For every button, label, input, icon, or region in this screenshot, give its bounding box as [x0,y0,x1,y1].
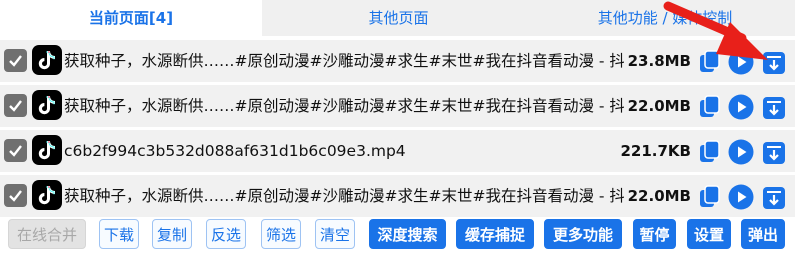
file-name: 获取种子，水源断供……#原创动漫#沙雕动漫#求生#末世#我在抖音看动漫 - 抖音 [64,52,624,70]
file-size: 22.0MB [627,187,691,205]
file-size: 22.0MB [627,97,691,115]
list-item: 获取种子，水源断供……#原创动漫#沙雕动漫#求生#末世#我在抖音看动漫 - 抖音… [0,175,795,217]
tab-bar: 当前页面[4] 其他页面 其他功能 / 媒体控制 [0,0,795,36]
bottom-toolbar: 在线合并 下载 复制 反选 筛选 清空 深度搜索 缓存捕捉 更多功能 暂停 设置… [0,216,795,255]
tiktok-logo-icon [32,90,62,120]
more-functions-button[interactable]: 更多功能 [544,219,622,249]
file-name: c6b2f994c3b532d088af631d1b6c09e3.mp4 [64,142,406,160]
tiktok-logo-icon [32,180,62,210]
download-icon[interactable] [759,93,789,123]
file-name: 获取种子，水源断供……#原创动漫#沙雕动漫#求生#末世#我在抖音看动漫 - 抖音 [64,187,624,205]
deep-search-button[interactable]: 深度搜索 [369,219,446,249]
copy-icon[interactable] [698,50,722,74]
checkbox[interactable] [4,49,27,72]
popout-button[interactable]: 弹出 [741,219,785,249]
checkmark-icon [9,100,22,112]
play-icon[interactable] [728,49,754,75]
play-icon[interactable] [728,184,754,210]
settings-button[interactable]: 设置 [687,219,731,249]
checkmark-icon [9,55,22,67]
checkbox[interactable] [4,94,27,117]
copy-button[interactable]: 复制 [152,219,192,249]
invert-selection-button[interactable]: 反选 [206,219,246,249]
download-icon[interactable] [759,183,789,213]
play-icon[interactable] [728,94,754,120]
tab-other-functions[interactable]: 其他功能 / 媒体控制 [535,0,795,36]
play-icon[interactable] [728,139,754,165]
checkmark-icon [9,145,22,157]
file-size: 23.8MB [627,52,691,70]
copy-icon[interactable] [698,95,722,119]
pause-button[interactable]: 暂停 [633,219,676,249]
list-item: 获取种子，水源断供……#原创动漫#沙雕动漫#求生#末世#我在抖音看动漫 - 抖音… [0,40,795,82]
clear-button[interactable]: 清空 [315,219,355,249]
copy-icon[interactable] [698,140,722,164]
merge-online-button[interactable]: 在线合并 [8,219,86,249]
download-button[interactable]: 下载 [99,219,139,249]
cache-capture-button[interactable]: 缓存捕捉 [456,219,534,249]
tiktok-logo-icon [32,45,62,75]
list-item: c6b2f994c3b532d088af631d1b6c09e3.mp4 221… [0,130,795,172]
list-item: 获取种子，水源断供……#原创动漫#沙雕动漫#求生#末世#我在抖音看动漫 - 抖音… [0,85,795,127]
download-icon[interactable] [759,138,789,168]
file-name: 获取种子，水源断供……#原创动漫#沙雕动漫#求生#末世#我在抖音看动漫 - 抖音 [64,97,624,115]
tab-other-pages[interactable]: 其他页面 [262,0,535,36]
checkbox[interactable] [4,184,27,207]
checkbox[interactable] [4,139,27,162]
copy-icon[interactable] [698,185,722,209]
file-size: 221.7KB [620,142,691,160]
tab-current-page[interactable]: 当前页面[4] [0,0,262,36]
filter-button[interactable]: 筛选 [261,219,301,249]
checkmark-icon [9,190,22,202]
download-icon[interactable] [759,48,789,78]
tiktok-logo-icon [32,135,62,165]
